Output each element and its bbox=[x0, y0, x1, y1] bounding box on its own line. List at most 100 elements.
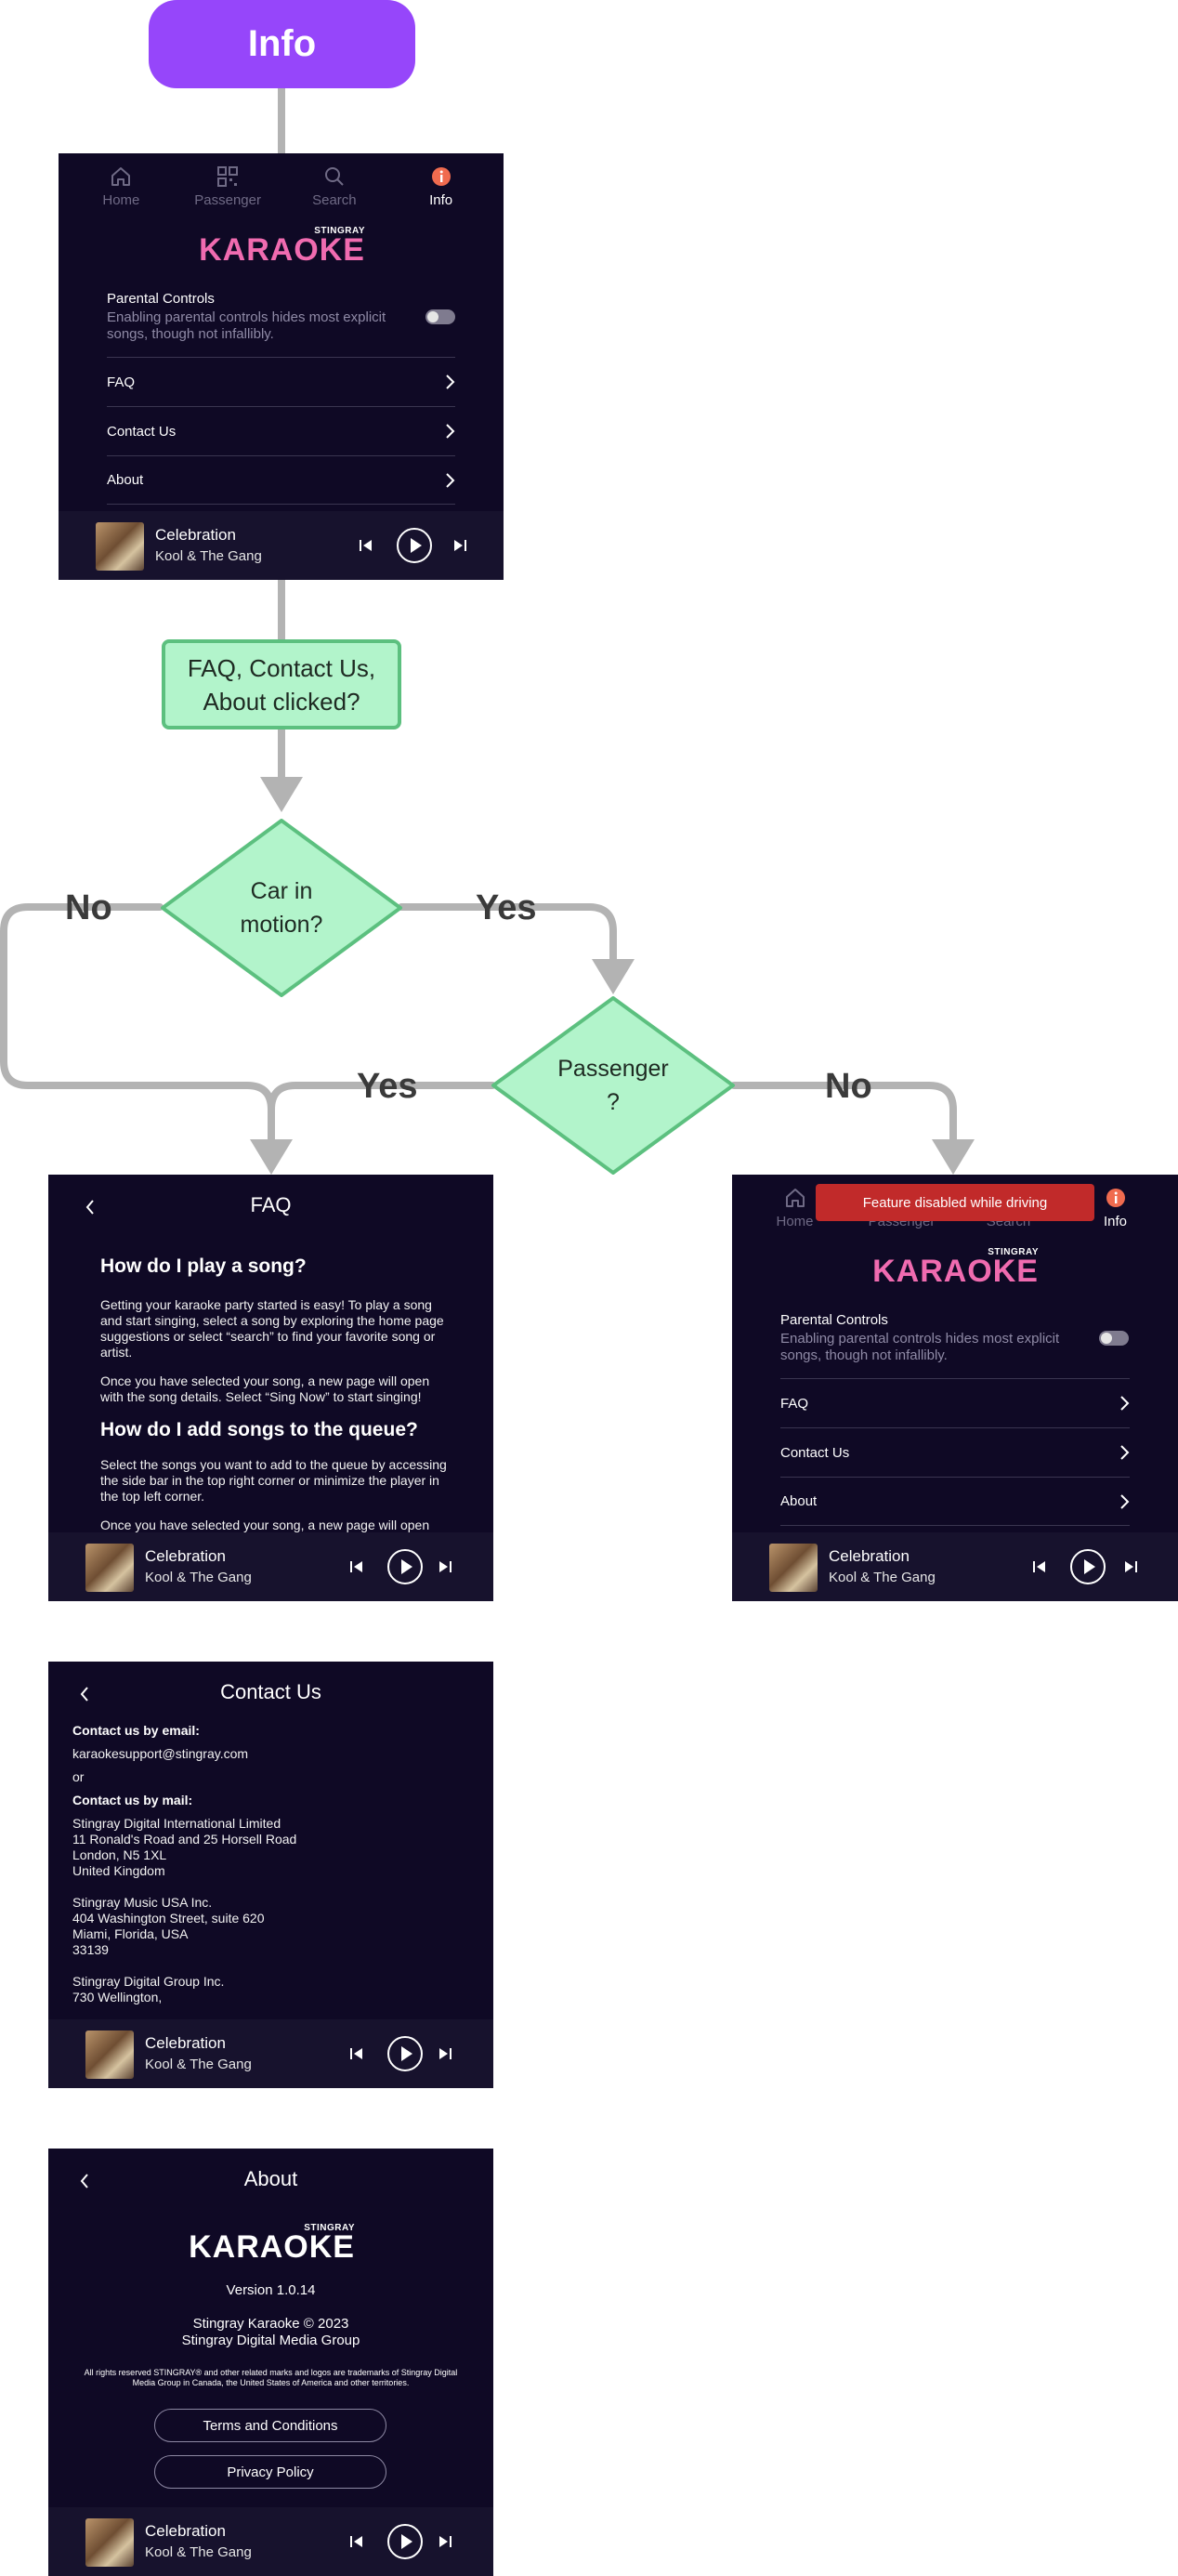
mini-player: Celebration Kool & The Gang bbox=[48, 2507, 493, 2576]
skip-previous-icon[interactable] bbox=[348, 2533, 365, 2550]
track-title: Celebration bbox=[155, 526, 236, 544]
contact-content: Contact us by email: karaokesupport@stin… bbox=[72, 1723, 475, 2005]
chevron-right-icon bbox=[446, 375, 455, 389]
skip-previous-icon[interactable] bbox=[348, 1558, 365, 1575]
top-nav: Home Passenger Search Info bbox=[59, 153, 504, 220]
menu-row-faq-label: FAQ bbox=[780, 1395, 809, 1412]
menu-row-about[interactable]: About bbox=[107, 455, 455, 505]
menu-row-faq[interactable]: FAQ bbox=[780, 1378, 1130, 1427]
decision-car-in-motion: Car in motion? bbox=[160, 818, 403, 998]
track-artist: Kool & The Gang bbox=[145, 2544, 252, 2560]
qr-code-icon bbox=[217, 166, 239, 187]
terms-button[interactable]: Terms and Conditions bbox=[154, 2409, 386, 2442]
privacy-button[interactable]: Privacy Policy bbox=[154, 2455, 386, 2489]
chevron-right-icon bbox=[1120, 1493, 1130, 1509]
arrowhead-disabled bbox=[932, 1139, 975, 1175]
chevron-right-icon bbox=[1120, 1396, 1130, 1411]
skip-next-icon[interactable] bbox=[437, 2533, 453, 2550]
address-1-line: United Kingdom bbox=[72, 1863, 165, 1878]
parental-controls-toggle[interactable] bbox=[1099, 1331, 1129, 1346]
logo-karaoke-text: KARAOKE bbox=[199, 232, 365, 268]
address-block-3: Stingray Digital Group Inc. 730 Wellingt… bbox=[72, 1974, 475, 2005]
arrowhead-passenger bbox=[592, 959, 635, 994]
nav-home[interactable]: Home bbox=[70, 153, 172, 220]
skip-next-icon[interactable] bbox=[437, 2045, 453, 2062]
nav-info-label: Info bbox=[1103, 1214, 1128, 1229]
album-art[interactable] bbox=[96, 522, 144, 571]
edge-label-yes-passenger: Yes bbox=[357, 1067, 418, 1106]
skip-next-icon[interactable] bbox=[1122, 1558, 1139, 1575]
about-title: About bbox=[243, 2167, 298, 2190]
address-1-line: London, N5 1XL bbox=[72, 1847, 167, 1862]
info-screen-disabled: Feature disabled while driving Home Pass… bbox=[732, 1175, 1178, 1601]
faq-screen: FAQ How do I play a song? Getting your k… bbox=[48, 1175, 493, 1601]
skip-next-icon[interactable] bbox=[437, 1558, 453, 1575]
play-button-icon[interactable] bbox=[396, 527, 433, 564]
contact-or: or bbox=[72, 1769, 85, 1784]
address-1-line: Stingray Digital International Limited bbox=[72, 1816, 281, 1831]
menu-row-contact[interactable]: Contact Us bbox=[107, 406, 455, 455]
address-1-line: 11 Ronald's Road and 25 Horsell Road bbox=[72, 1832, 297, 1847]
contact-email[interactable]: karaokesupport@stingray.com bbox=[72, 1746, 475, 1762]
info-icon bbox=[1106, 1189, 1125, 1207]
skip-previous-icon[interactable] bbox=[358, 537, 374, 554]
decision-passenger-label: Passenger ? bbox=[557, 1056, 669, 1115]
album-art[interactable] bbox=[85, 2518, 134, 2567]
parental-controls-toggle[interactable] bbox=[425, 309, 455, 324]
edge-label-yes-car: Yes bbox=[476, 888, 537, 927]
nav-info[interactable]: Info bbox=[390, 153, 492, 220]
menu-row-contact-label: Contact Us bbox=[107, 423, 177, 440]
nav-home-label: Home bbox=[776, 1214, 814, 1229]
parental-controls-title: Parental Controls bbox=[780, 1312, 888, 1328]
arrowhead-faq bbox=[250, 1139, 293, 1175]
nav-info-label: Info bbox=[429, 192, 453, 208]
play-button-icon[interactable] bbox=[1069, 1548, 1106, 1585]
album-art[interactable] bbox=[85, 1544, 134, 1592]
logo-karaoke-text: KARAOKE bbox=[189, 2229, 355, 2265]
mini-player: Celebration Kool & The Gang bbox=[732, 1532, 1178, 1601]
karaoke-logo: STINGRAY KARAOKE bbox=[871, 1247, 1039, 1287]
album-art[interactable] bbox=[85, 2031, 134, 2079]
contact-title: Contact Us bbox=[220, 1680, 321, 1703]
address-block-1: Stingray Digital International Limited 1… bbox=[72, 1816, 475, 1879]
faq-title: FAQ bbox=[250, 1193, 292, 1216]
menu-row-contact-label: Contact Us bbox=[780, 1444, 850, 1461]
menu-row-faq[interactable]: FAQ bbox=[107, 357, 455, 406]
parental-controls-description: Enabling parental controls hides most ex… bbox=[780, 1331, 1060, 1363]
play-button-icon[interactable] bbox=[386, 2523, 424, 2560]
chevron-right-icon bbox=[446, 424, 455, 439]
contact-screen: Contact Us Contact us by email: karaokes… bbox=[48, 1662, 493, 2088]
home-icon bbox=[785, 1189, 805, 1207]
nav-passenger[interactable]: Passenger bbox=[177, 153, 279, 220]
skip-previous-icon[interactable] bbox=[348, 2045, 365, 2062]
about-version: Version 1.0.14 bbox=[226, 2282, 316, 2298]
menu-row-faq-label: FAQ bbox=[107, 374, 136, 390]
menu-row-contact[interactable]: Contact Us bbox=[780, 1427, 1130, 1477]
parental-controls-description: Enabling parental controls hides most ex… bbox=[107, 309, 386, 342]
track-title: Celebration bbox=[145, 2034, 226, 2052]
track-title: Celebration bbox=[145, 1547, 226, 1565]
decision-passenger: Passenger ? bbox=[491, 995, 736, 1176]
play-button-icon[interactable] bbox=[386, 2035, 424, 2072]
arrowhead-car bbox=[260, 777, 303, 812]
nav-search[interactable]: Search bbox=[283, 153, 386, 220]
skip-next-icon[interactable] bbox=[452, 537, 468, 554]
skip-previous-icon[interactable] bbox=[1031, 1558, 1048, 1575]
decision-car-label: Car in motion? bbox=[240, 878, 323, 938]
address-3-line: Stingray Digital Group Inc. bbox=[72, 1974, 225, 1989]
home-icon bbox=[111, 167, 131, 186]
about-copyright: Stingray Karaoke © 2023 bbox=[192, 2316, 349, 2332]
faq-answer-1-p2: Once you have selected your song, a new … bbox=[100, 1373, 430, 1404]
menu-row-about[interactable]: About bbox=[780, 1477, 1130, 1526]
address-2-line: Miami, Florida, USA bbox=[72, 1926, 189, 1941]
feature-disabled-toast: Feature disabled while driving bbox=[816, 1184, 1094, 1221]
edge-label-no-passenger: No bbox=[825, 1067, 872, 1106]
play-button-icon[interactable] bbox=[386, 1548, 424, 1585]
faq-question-1: How do I play a song? bbox=[100, 1255, 307, 1277]
info-icon bbox=[431, 167, 451, 186]
process-menu-clicked: FAQ, Contact Us, About clicked? bbox=[162, 639, 401, 729]
faq-question-2: How do I add songs to the queue? bbox=[100, 1419, 418, 1440]
album-art[interactable] bbox=[769, 1544, 818, 1592]
nav-home-label: Home bbox=[102, 192, 140, 208]
start-info-node: Info bbox=[149, 0, 415, 88]
